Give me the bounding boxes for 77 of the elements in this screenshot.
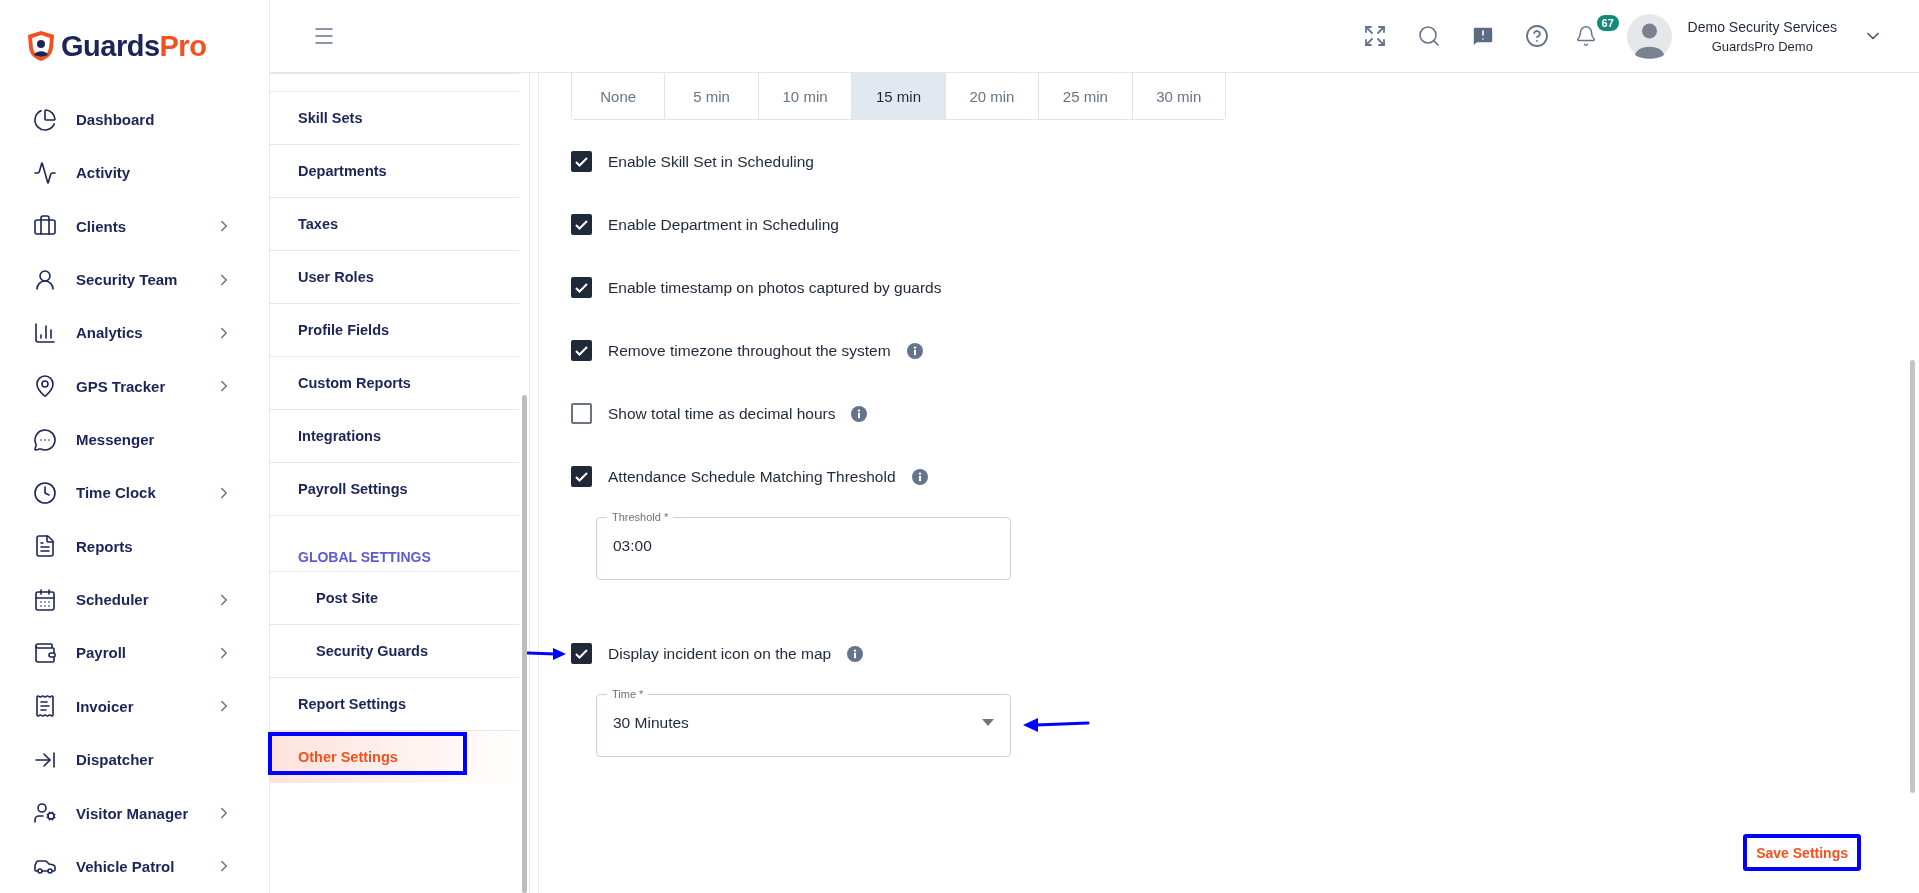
notifications-button[interactable] (1574, 25, 1597, 47)
logo-text: GuardsPro (61, 29, 207, 63)
settings-menu-item[interactable]: Skill Sets (270, 91, 519, 144)
threshold-field[interactable]: Threshold * 03:00 (596, 510, 1011, 580)
nav-item[interactable]: Invoicer (0, 679, 269, 733)
scrollbar-thumb[interactable] (1909, 360, 1915, 793)
option-label: Show total time as decimal hours (608, 404, 836, 423)
nav-item[interactable]: Time Clock (0, 466, 269, 520)
checkbox[interactable] (571, 403, 592, 424)
nav-item[interactable]: Messenger (0, 412, 269, 467)
checkbox[interactable] (571, 277, 592, 298)
nav-icon (33, 694, 57, 719)
option-label: Attendance Schedule Matching Threshold (608, 467, 896, 486)
nav-icon (33, 534, 57, 559)
checkbox[interactable] (571, 340, 592, 361)
settings-menu-item[interactable]: Integrations (270, 409, 519, 462)
checkbox[interactable] (571, 214, 592, 235)
checkbox[interactable] (571, 643, 592, 664)
info-icon[interactable] (847, 645, 864, 662)
nav-icon (33, 801, 57, 825)
nav-item[interactable]: Vehicle Patrol (0, 839, 269, 893)
option-label: Display incident icon on the map (608, 644, 832, 663)
settings-menu-item[interactable]: Payroll Settings (270, 462, 519, 515)
interval-option[interactable]: None (572, 73, 666, 119)
settings-menu-item[interactable]: Taxes (270, 197, 519, 250)
avatar[interactable] (1626, 13, 1672, 59)
nav-icon (33, 374, 57, 399)
interval-option[interactable]: 15 min (852, 73, 946, 119)
scrollbar-thumb[interactable] (521, 395, 527, 893)
nav-item[interactable]: Activity (0, 146, 269, 200)
nav-icon (33, 640, 57, 665)
checkmark-icon (575, 219, 588, 230)
checkmark-icon (575, 648, 588, 659)
nav-icon (33, 480, 57, 505)
option-label: Remove timezone throughout the system (608, 341, 891, 360)
user-name: Demo Security Services (1687, 18, 1837, 35)
checkbox[interactable] (571, 466, 592, 487)
option-label: Enable timestamp on photos captured by guards (608, 278, 942, 297)
shield-logo-icon (27, 30, 55, 63)
option-label: Enable Department in Scheduling (608, 215, 839, 234)
notification-count: 67 (1596, 15, 1619, 31)
nav-item[interactable]: Reports (0, 519, 269, 573)
nav-item[interactable]: Scheduler (0, 572, 269, 627)
settings-menu-item[interactable]: Security Guards (270, 624, 519, 677)
checkmark-icon (575, 156, 588, 167)
organization-name: GuardsPro Demo (1711, 38, 1813, 54)
bell-icon (1574, 25, 1597, 47)
caret-icon (982, 719, 994, 726)
info-icon[interactable] (911, 468, 928, 485)
checkmark-icon (575, 282, 588, 293)
nav-item[interactable]: Clients (0, 199, 269, 253)
nav-icon (33, 427, 57, 452)
message-alert-icon (1470, 24, 1495, 48)
settings-menu-item[interactable]: Post Site (270, 571, 519, 624)
nav-icon (33, 107, 57, 132)
option-label: Enable Skill Set in Scheduling (608, 152, 814, 171)
info-icon[interactable] (906, 342, 923, 359)
settings-menu-item[interactable]: Custom Reports (270, 356, 519, 409)
settings-menu-item[interactable]: User Roles (270, 250, 519, 303)
checkmark-icon (575, 471, 588, 482)
nav-item[interactable]: Dashboard (0, 92, 269, 147)
checkbox[interactable] (571, 151, 592, 172)
nav-item[interactable]: Security Team (0, 252, 269, 307)
nav-item[interactable]: Payroll (0, 626, 269, 680)
nav-item[interactable]: Analytics (0, 306, 269, 360)
nav-icon (33, 320, 57, 345)
nav-item[interactable]: GPS Tracker (0, 359, 269, 413)
nav-item[interactable]: Visitor Manager (0, 786, 269, 840)
checkmark-icon (575, 345, 588, 356)
settings-menu-item[interactable]: Profile Fields (270, 303, 519, 356)
section-heading: GLOBAL SETTINGS (298, 549, 431, 567)
nav-item[interactable]: Dispatcher (0, 733, 269, 787)
info-icon[interactable] (851, 405, 868, 422)
nav-icon (33, 587, 57, 612)
nav-icon (33, 160, 57, 185)
settings-menu-item[interactable]: Departments (270, 144, 519, 197)
nav-icon (33, 267, 57, 292)
